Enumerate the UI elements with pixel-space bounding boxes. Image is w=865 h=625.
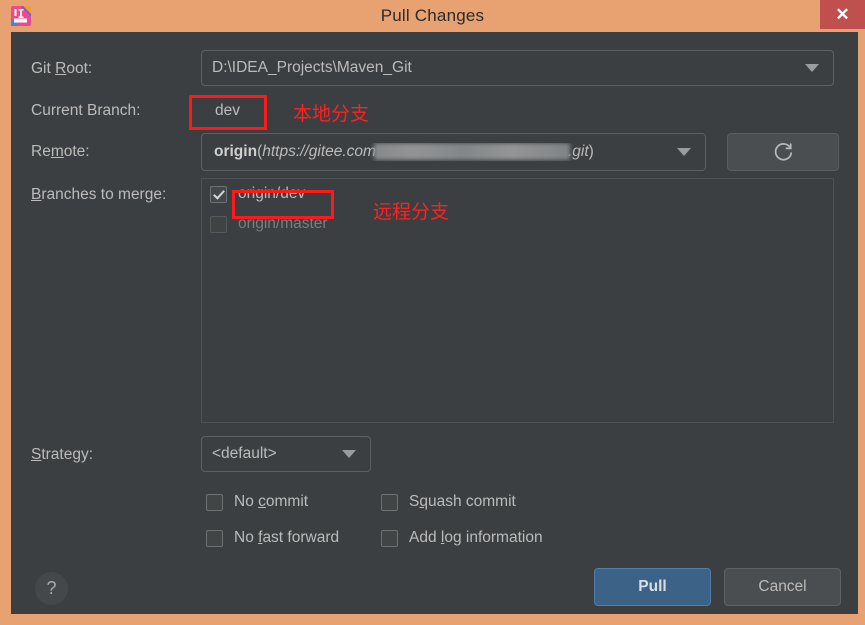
checkbox-label: Squash commit [409, 493, 516, 510]
remote-url-suffix: .git [567, 143, 589, 160]
branches-to-merge-label: Branches to merge: [31, 186, 167, 203]
list-item[interactable]: origin/master [202, 209, 833, 239]
strategy-value: <default> [212, 445, 277, 462]
branch-checkbox-origin-dev[interactable] [210, 185, 227, 203]
chevron-down-icon [342, 450, 356, 458]
pull-button[interactable]: Pull [594, 568, 711, 606]
checkbox-label: No fast forward [234, 529, 340, 546]
redacted-url-region [373, 143, 570, 161]
window-title: Pull Changes [380, 6, 485, 25]
remote-name: origin [214, 143, 258, 160]
list-item[interactable]: origin/dev [202, 179, 833, 209]
checkbox-box[interactable] [381, 529, 398, 547]
checkbox-add-log-information[interactable]: Add log information [381, 529, 543, 547]
remote-label: Remote: [31, 143, 90, 160]
git-root-label: Git Root: [31, 60, 93, 77]
remote-combobox[interactable]: origin(https://gitee.com .git) [201, 133, 706, 171]
checkbox-box[interactable] [206, 493, 223, 511]
remote-url-prefix: https://gitee.com [262, 143, 376, 160]
checkbox-box[interactable] [381, 493, 398, 511]
dialog-content: Git Root: D:\IDEA_Projects\Maven_Git Cur… [11, 32, 858, 614]
checkbox-no-fast-forward[interactable]: No fast forward [206, 529, 339, 547]
chevron-down-icon [805, 64, 819, 72]
strategy-label: Strategy: [31, 446, 94, 463]
current-branch-label: Current Branch: [31, 102, 141, 119]
remote-value: origin(https://gitee.com .git) [214, 143, 594, 161]
strategy-combobox[interactable]: <default> [201, 436, 371, 472]
checkbox-box[interactable] [206, 529, 223, 547]
annotation-local-branch: 本地分支 [293, 104, 370, 125]
chevron-down-icon [677, 148, 691, 156]
close-button[interactable]: ✕ [820, 0, 865, 29]
checkbox-no-commit[interactable]: No commit [206, 493, 308, 511]
branches-list[interactable]: origin/dev origin/master [201, 178, 834, 423]
pull-changes-dialog: Pull Changes ✕ Git Root: D:\IDEA_Project… [0, 0, 865, 625]
branch-label: origin/dev [238, 185, 306, 202]
checkbox-squash-commit[interactable]: Squash commit [381, 493, 516, 511]
git-root-combobox[interactable]: D:\IDEA_Projects\Maven_Git [201, 50, 834, 86]
checkbox-label: Add log information [409, 529, 543, 546]
current-branch-value: dev [215, 102, 240, 119]
branch-checkbox-origin-master[interactable] [210, 215, 227, 233]
cancel-button[interactable]: Cancel [724, 568, 841, 606]
help-button[interactable]: ? [35, 572, 68, 605]
refresh-icon [772, 141, 794, 163]
checkbox-label: No commit [234, 493, 309, 510]
git-root-value: D:\IDEA_Projects\Maven_Git [212, 59, 412, 76]
branch-label: origin/master [238, 215, 328, 232]
annotation-remote-branch: 远程分支 [373, 202, 450, 223]
refresh-button[interactable] [727, 133, 839, 171]
title-bar: Pull Changes ✕ [0, 0, 865, 32]
